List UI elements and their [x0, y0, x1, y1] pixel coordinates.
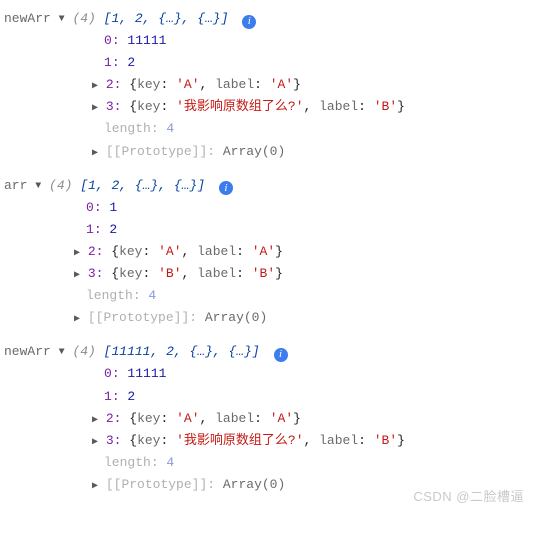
object-preview: {key: 'B', label: 'B'} [111, 266, 283, 281]
length-key: length [104, 455, 151, 470]
entry-value: 2 [109, 222, 117, 237]
length-value: 4 [166, 121, 174, 136]
array-entry[interactable]: 0: 11111 [4, 363, 534, 385]
array-length-row[interactable]: length: 4 [4, 118, 534, 140]
prototype-key: [[Prototype]] [106, 477, 207, 492]
length-key: length [86, 288, 133, 303]
expand-toggle-icon[interactable]: ▶ [92, 412, 98, 429]
entry-index: 3 [106, 433, 114, 448]
array-entry[interactable]: 1: 2 [4, 52, 534, 74]
array-summary-row[interactable]: newArr ▼ (4) [1, 2, {…}, {…}] i [4, 8, 534, 30]
prototype-value: Array(0) [223, 144, 285, 159]
expand-toggle-icon[interactable]: ▼ [59, 344, 65, 361]
array-length-label: (4) [72, 11, 95, 26]
length-key: length [104, 121, 151, 136]
entry-index: 0 [86, 200, 94, 215]
array-length-label: (4) [72, 344, 95, 359]
object-preview: {key: '我影响原数组了么?', label: 'B'} [129, 433, 405, 448]
array-length-row[interactable]: length: 4 [4, 285, 534, 307]
entry-value: 1 [109, 200, 117, 215]
info-icon[interactable]: i [274, 348, 288, 362]
array-entry[interactable]: ▶ 3: {key: '我影响原数组了么?', label: 'B'} [0, 430, 534, 452]
prototype-key: [[Prototype]] [106, 144, 207, 159]
variable-name: arr [4, 178, 27, 193]
entry-index: 1 [104, 389, 112, 404]
object-preview: {key: 'A', label: 'A'} [129, 77, 301, 92]
expand-toggle-icon[interactable]: ▶ [74, 245, 80, 262]
console-array-block: newArr ▼ (4) [1, 2, {…}, {…}] i 0: 11111… [4, 8, 534, 163]
array-entry[interactable]: ▶ 2: {key: 'A', label: 'A'} [0, 408, 534, 430]
info-icon[interactable]: i [242, 15, 256, 29]
entry-value: 11111 [127, 33, 166, 48]
prototype-value: Array(0) [223, 477, 285, 492]
array-entry[interactable]: ▶ 2: {key: 'A', label: 'A'} [0, 241, 534, 263]
watermark: CSDN @二脸槽逼 [413, 486, 524, 508]
prototype-value: Array(0) [205, 310, 267, 325]
expand-toggle-icon[interactable]: ▶ [92, 100, 98, 117]
object-preview: {key: 'A', label: 'A'} [129, 411, 301, 426]
array-summary: [1, 2, {…}, {…}] [104, 11, 229, 26]
entry-index: 2 [88, 244, 96, 259]
console-array-block: arr ▼ (4) [1, 2, {…}, {…}] i 0: 1 1: 2 ▶… [4, 175, 534, 330]
prototype-key: [[Prototype]] [88, 310, 189, 325]
entry-index: 1 [86, 222, 94, 237]
entry-index: 3 [88, 266, 96, 281]
array-entry[interactable]: 1: 2 [4, 219, 534, 241]
array-entry[interactable]: 0: 11111 [4, 30, 534, 52]
entry-index: 2 [106, 411, 114, 426]
entry-index: 0 [104, 366, 112, 381]
array-entry[interactable]: ▶ 2: {key: 'A', label: 'A'} [0, 74, 534, 96]
prototype-row[interactable]: ▶ [[Prototype]]: Array(0) [0, 307, 534, 329]
array-length-row[interactable]: length: 4 [4, 452, 534, 474]
array-summary: [1, 2, {…}, {…}] [80, 178, 205, 193]
length-value: 4 [148, 288, 156, 303]
array-length-label: (4) [49, 178, 72, 193]
object-preview: {key: '我影响原数组了么?', label: 'B'} [129, 99, 405, 114]
length-value: 4 [166, 455, 174, 470]
expand-toggle-icon[interactable]: ▶ [74, 311, 80, 328]
array-entry[interactable]: ▶ 3: {key: '我影响原数组了么?', label: 'B'} [0, 96, 534, 118]
entry-value: 2 [127, 55, 135, 70]
variable-name: newArr [4, 344, 51, 359]
array-summary-row[interactable]: newArr ▼ (4) [11111, 2, {…}, {…}] i [4, 341, 534, 363]
entry-index: 2 [106, 77, 114, 92]
console-array-block: newArr ▼ (4) [11111, 2, {…}, {…}] i 0: 1… [4, 341, 534, 496]
variable-name: newArr [4, 11, 51, 26]
entry-index: 3 [106, 99, 114, 114]
expand-toggle-icon[interactable]: ▶ [92, 434, 98, 451]
array-entry[interactable]: 1: 2 [4, 386, 534, 408]
prototype-row[interactable]: ▶ [[Prototype]]: Array(0) [0, 141, 534, 163]
entry-index: 0 [104, 33, 112, 48]
expand-toggle-icon[interactable]: ▶ [74, 267, 80, 284]
array-summary-row[interactable]: arr ▼ (4) [1, 2, {…}, {…}] i [4, 175, 534, 197]
array-summary: [11111, 2, {…}, {…}] [104, 344, 260, 359]
info-icon[interactable]: i [219, 181, 233, 195]
expand-toggle-icon[interactable]: ▶ [92, 478, 98, 495]
expand-toggle-icon[interactable]: ▼ [59, 11, 65, 28]
expand-toggle-icon[interactable]: ▼ [35, 178, 41, 195]
expand-toggle-icon[interactable]: ▶ [92, 145, 98, 162]
object-preview: {key: 'A', label: 'A'} [111, 244, 283, 259]
entry-index: 1 [104, 55, 112, 70]
expand-toggle-icon[interactable]: ▶ [92, 78, 98, 95]
entry-value: 2 [127, 389, 135, 404]
array-entry[interactable]: 0: 1 [4, 197, 534, 219]
entry-value: 11111 [127, 366, 166, 381]
array-entry[interactable]: ▶ 3: {key: 'B', label: 'B'} [0, 263, 534, 285]
